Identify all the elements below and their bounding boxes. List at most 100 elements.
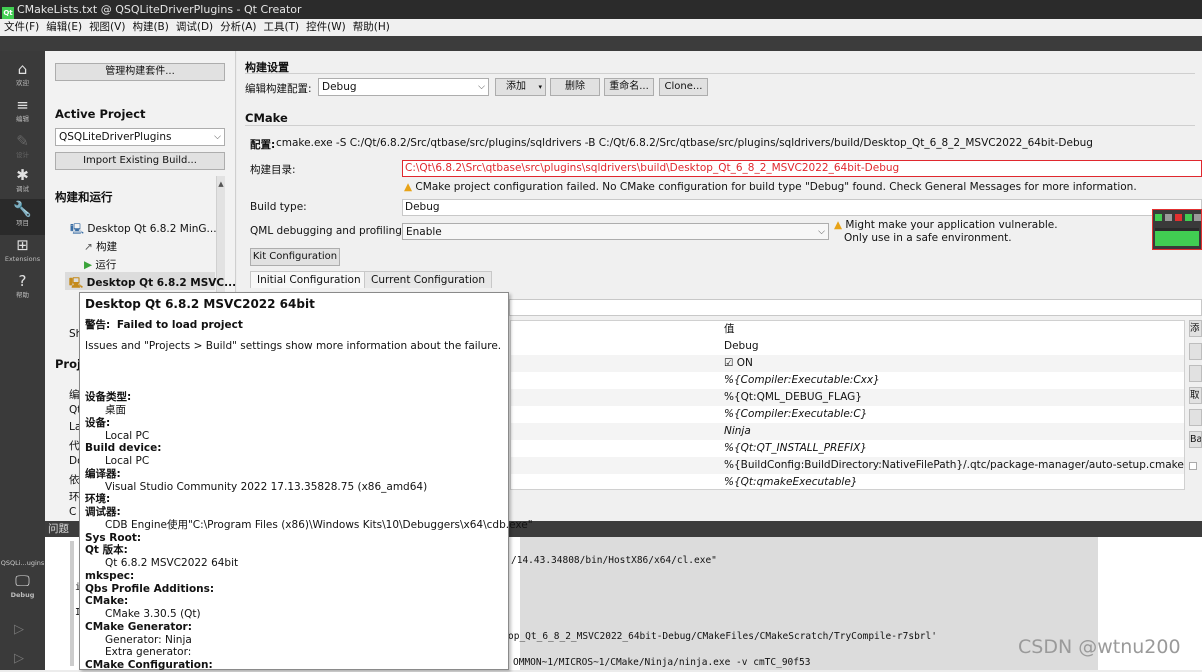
kit-item-mingw[interactable]: 🖳 Desktop Qt 6.8.2 MinG... (70, 221, 217, 239)
device-key: 设备: (85, 417, 111, 429)
table-row[interactable]: %{Qt:qmakeExecutable} (511, 474, 1184, 491)
mode-design[interactable]: ✎ 设计 (0, 131, 45, 167)
chevron-down-icon: ⌵ (478, 82, 485, 92)
run-triangle-icon: ▶ (84, 259, 93, 271)
run-icon[interactable]: ▷ (14, 622, 24, 637)
chevron-down-icon: ⌵ (818, 227, 825, 237)
window-titlebar: Qt CMakeLists.txt @ QSQLiteDriverPlugins … (0, 0, 1202, 19)
output-scroll-gutter (70, 541, 74, 666)
device-type-value: 桌面 (105, 404, 126, 416)
qml-warning: ▲ Might make your application vulnerable… (834, 219, 1058, 231)
debug-run-icon[interactable]: ▷ (14, 651, 24, 666)
unset-entry-button[interactable]: 取 (1189, 387, 1202, 404)
qml-debug-label: QML debugging and profiling: (250, 225, 406, 237)
divider (245, 125, 1195, 126)
edit-config-label: 编辑构建配置: (245, 83, 312, 95)
qml-warning-2: Only use in a safe environment. (844, 232, 1012, 244)
bug-icon: ✱ (16, 166, 29, 184)
delete-config-button[interactable]: 删除 (550, 78, 600, 96)
hammer-icon: ↗ (84, 241, 93, 253)
mode-help[interactable]: ? 帮助 (0, 271, 45, 307)
qt-version-key: Qt 版本: (85, 544, 128, 556)
filter-input[interactable] (509, 299, 1202, 316)
kit-run-item[interactable]: ▶ 运行 (84, 257, 116, 272)
active-project-combo[interactable]: QSQLiteDriverPlugins ⌵ (55, 128, 225, 146)
table-row[interactable]: %{Compiler:Executable:C} (511, 406, 1184, 423)
batch-edit-button[interactable]: Ba (1189, 431, 1202, 448)
menu-view[interactable]: 视图(V) (85, 19, 128, 36)
design-icon: ✎ (16, 132, 29, 150)
sidebar-truncated-item: 代 (69, 440, 80, 452)
sidebar-truncated-item: 编 (69, 389, 80, 401)
monitor-icon: 🖵 (15, 572, 30, 590)
divider (245, 73, 1195, 74)
menu-edit[interactable]: 编辑(E) (42, 19, 85, 36)
debugger-key: 调试器: (85, 506, 121, 518)
mode-projects[interactable]: 🔧 项目 (0, 199, 45, 235)
cmake-config-table: 值 Debug ☑ ON %{Compiler:Executable:Cxx} … (510, 320, 1185, 490)
build-dir-input[interactable]: C:\Qt\6.8.2\Src\qtbase\src\plugins\sqldr… (402, 160, 1202, 177)
kit-warning-icon: 🖳 (69, 277, 84, 289)
menu-tools[interactable]: 工具(T) (260, 19, 303, 36)
mode-welcome[interactable]: ⌂ 欢迎 (0, 59, 45, 95)
cmake-key: CMake: (85, 595, 129, 607)
tooltip-info: Issues and "Projects > Build" settings s… (85, 340, 502, 352)
cmake-heading: CMake (245, 111, 288, 125)
compiler-key: 编译器: (85, 468, 121, 480)
menu-file[interactable]: 文件(F) (0, 19, 42, 36)
build-type-input[interactable]: Debug (402, 199, 1202, 216)
menu-widgets[interactable]: 控件(W) (302, 19, 349, 36)
cmake-value: CMake 3.30.5 (Qt) (105, 608, 201, 620)
thumbnail-image (1152, 209, 1202, 250)
table-row[interactable]: %{BuildConfig:BuildDirectory:NativeFileP… (511, 457, 1184, 474)
target-project-name: QSQLi...ugins (0, 559, 45, 567)
table-row[interactable]: %{Compiler:Executable:Cxx} (511, 372, 1184, 389)
mode-debug[interactable]: ✱ 调试 (0, 165, 45, 201)
configure-command: cmake.exe -S C:/Qt/6.8.2/Src/qtbase/src/… (276, 137, 1093, 149)
kit-build-item[interactable]: ↗ 构建 (84, 239, 117, 254)
extra-generator-value: Extra generator: (105, 646, 192, 658)
clone-config-button[interactable]: Clone... (659, 78, 708, 96)
kit-configuration-button[interactable]: Kit Configuration (250, 248, 340, 266)
edit-entry-button[interactable] (1189, 343, 1202, 360)
output-line: /14.43.34808/bin/HostX86/x64/cl.exe" (511, 555, 717, 566)
mode-edit[interactable]: ≡ 编辑 (0, 95, 45, 131)
chevron-down-icon: ⌵ (214, 132, 221, 142)
rename-config-button[interactable]: 重命名... (604, 78, 654, 96)
qml-debug-combo[interactable]: Enable ⌵ (402, 223, 829, 240)
tab-initial-configuration[interactable]: Initial Configuration (250, 271, 368, 288)
table-row[interactable]: Ninja (511, 423, 1184, 440)
manage-kits-button[interactable]: 管理构建套件... (55, 63, 225, 81)
tooltip-title: Desktop Qt 6.8.2 MSVC2022 64bit (85, 297, 315, 311)
tooltip-warning: 警告: Failed to load project (85, 319, 243, 331)
build-device-value: Local PC (105, 455, 150, 467)
menu-debug[interactable]: 调试(D) (172, 19, 216, 36)
tab-current-configuration[interactable]: Current Configuration (364, 271, 492, 288)
build-config-combo[interactable]: Debug ⌵ (318, 78, 489, 96)
reset-entry-button[interactable] (1189, 409, 1202, 426)
table-row[interactable]: %{Qt:QT_INSTALL_PREFIX} (511, 440, 1184, 457)
menu-build[interactable]: 构建(B) (128, 19, 171, 36)
issues-tab[interactable]: 问题 (48, 523, 69, 535)
menu-help[interactable]: 帮助(H) (349, 19, 393, 36)
output-line: op_Qt_6_8_2_MSVC2022_64bit-Debug/CMakeFi… (508, 631, 937, 642)
debugger-value: CDB Engine使用"C:\Program Files (x86)\Wind… (105, 519, 533, 531)
table-row[interactable]: %{Qt:QML_DEBUG_FLAG} (511, 389, 1184, 406)
wrench-icon: 🔧 (13, 200, 32, 218)
output-highlight-area: /14.43.34808/bin/HostX86/x64/cl.exe" op_… (508, 537, 1098, 670)
kit-item-msvc[interactable]: 🖳 Desktop Qt 6.8.2 MSVC... (65, 272, 236, 290)
add-config-button[interactable]: 添加 ▾ (495, 78, 546, 96)
advanced-checkbox[interactable] (1189, 462, 1197, 470)
import-build-button[interactable]: Import Existing Build... (55, 152, 225, 170)
set-entry-button[interactable] (1189, 365, 1202, 382)
mode-extensions[interactable]: ⊞ Extensions (0, 235, 45, 271)
home-icon: ⌂ (17, 60, 28, 78)
toolbar-strip (0, 36, 1202, 51)
menu-analyze[interactable]: 分析(A) (216, 19, 259, 36)
table-row[interactable]: ☑ ON (511, 355, 1184, 372)
build-dir-label: 构建目录: (250, 164, 296, 176)
table-header: 值 (724, 323, 735, 335)
target-selector[interactable]: 🖵 Debug (0, 571, 45, 607)
table-row[interactable]: Debug (511, 338, 1184, 355)
add-entry-button[interactable]: 添 (1189, 320, 1202, 337)
